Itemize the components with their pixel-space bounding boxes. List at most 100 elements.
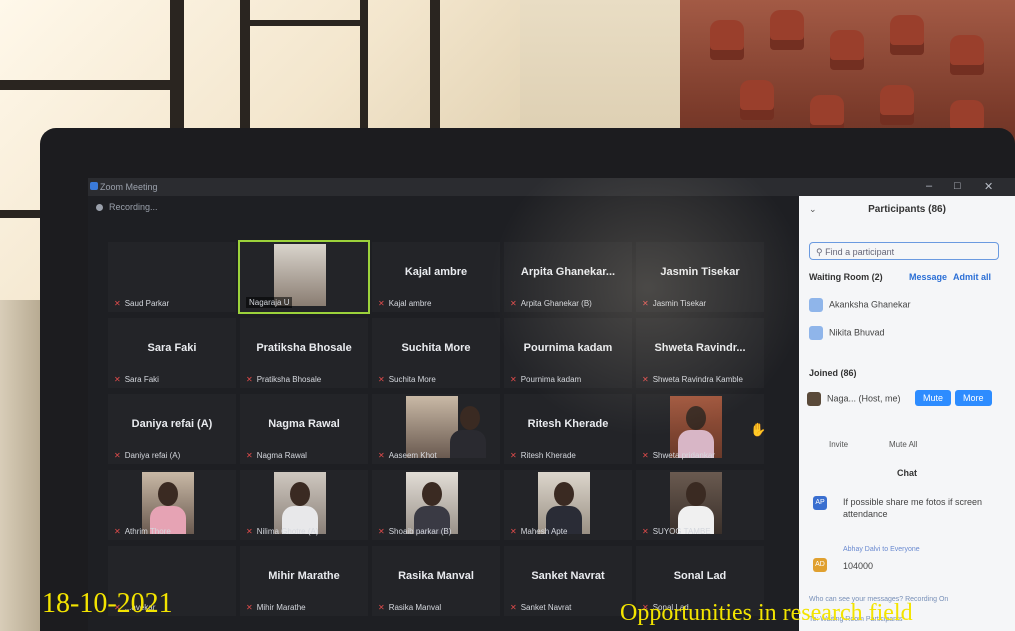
participant-big-name: Kajal ambre <box>404 266 468 278</box>
participant-tile[interactable]: ✕ Mahesh Apte <box>504 470 632 540</box>
participant-tile[interactable]: Ritesh Kherade ✕ Ritesh Kherade <box>504 394 632 464</box>
participant-name: Saud Parkar <box>124 299 170 308</box>
participant-big-name: Daniya refai (A) <box>131 418 213 430</box>
participant-name: Rasika Manval <box>388 603 442 612</box>
record-icon <box>96 204 103 212</box>
participant-big-name: Mihir Marathe <box>268 570 340 582</box>
participant-label: ✕ Arpita Ghanekar (B) <box>510 299 592 308</box>
zoom-icon <box>90 182 98 190</box>
participant-name: Ritesh Kherade <box>520 451 576 460</box>
video-feed <box>670 472 722 534</box>
participant-label: ✕ Shweta Ravindra Kamble <box>642 375 743 384</box>
participant-label: ✕ Jasmin Tisekar <box>642 299 706 308</box>
video-feed <box>538 472 590 534</box>
participant-tile[interactable]: ✕ Shweta pridankar ✋ <box>636 394 767 464</box>
participant-big-name: Shweta Ravindr... <box>654 342 746 354</box>
participant-label: ✕ Athrim Thore <box>114 527 171 536</box>
participant-label: ✕ Shweta pridankar <box>642 451 715 460</box>
participant-label: ✕ Sanket Navrat <box>510 603 571 612</box>
participant-name: Suchita More <box>388 375 436 384</box>
video-feed <box>670 396 722 458</box>
participant-name: Pournima kadam <box>520 375 582 384</box>
host-name: Naga... (Host, me) <box>827 393 901 404</box>
waiting-participant[interactable]: Nikita Bhuvad <box>809 326 885 340</box>
participant-tile[interactable]: Shweta Ravindr... ✕ Shweta Ravindra Kambl… <box>636 318 764 388</box>
participant-name: Mahesh Apte <box>520 527 568 536</box>
participant-name: Sanket Navrat <box>520 603 572 612</box>
mute-button[interactable]: Mute <box>915 390 952 406</box>
participant-label: ✕ Pratiksha Bhosale <box>246 375 321 384</box>
participant-label: Nagaraja U <box>246 297 293 308</box>
participant-tile[interactable]: Kajal ambre ✕ Kajal ambre <box>372 242 500 312</box>
search-placeholder: Find a participant <box>825 247 895 257</box>
participant-tile[interactable]: Pournima kadam ✕ Pournima kadam <box>504 318 632 388</box>
laptop: Zoom Meeting – □ ✕ Recording... ✕ Saud Pa… <box>40 128 1015 631</box>
participant-tile-active[interactable]: Nagaraja U <box>238 240 370 314</box>
video-feed <box>406 396 486 458</box>
title-bar: Zoom Meeting – □ ✕ <box>88 178 1015 196</box>
participant-tile[interactable]: Pratiksha Bhosale ✕ Pratiksha Bhosale <box>240 318 368 388</box>
participant-tile[interactable]: Sara Faki ✕ Sara Faki <box>108 318 236 388</box>
mic-muted-icon: ✕ <box>378 527 385 536</box>
mic-muted-icon: ✕ <box>114 527 121 536</box>
close-icon[interactable]: ✕ <box>984 180 993 193</box>
participant-search-input[interactable]: ⚲ Find a participant <box>809 242 999 260</box>
mic-muted-icon: ✕ <box>114 375 121 384</box>
participant-tile[interactable]: ✕ SUYOG TAMBE <box>636 470 764 540</box>
admit-all-button[interactable]: Admit all <box>953 272 991 282</box>
participant-label: ✕ Aaseem Khot <box>378 451 437 460</box>
participant-tile[interactable]: Suchita More ✕ Suchita More <box>372 318 500 388</box>
participant-tile[interactable]: ✕ Aaseem Khot <box>372 394 500 464</box>
mic-muted-icon: ✕ <box>378 375 385 384</box>
participant-tile[interactable]: Nagma Rawal ✕ Nagma Rawal <box>240 394 368 464</box>
mic-muted-icon: ✕ <box>510 299 517 308</box>
participant-tile[interactable]: Jasmin Tisekar ✕ Jasmin Tisekar <box>636 242 764 312</box>
zoom-window: Zoom Meeting – □ ✕ Recording... ✕ Saud Pa… <box>88 178 1015 631</box>
host-participant[interactable]: Naga... (Host, me) <box>807 392 901 406</box>
mic-muted-icon: ✕ <box>246 527 253 536</box>
participant-label: ✕ Mahesh Apte <box>510 527 567 536</box>
participant-tile[interactable]: Sanket Navrat ✕ Sanket Navrat <box>504 546 632 616</box>
chat-message: 104000 <box>843 561 874 571</box>
participant-label: ✕ SUYOG TAMBE <box>642 527 711 536</box>
participant-label: ✕ Ritesh Kherade <box>510 451 576 460</box>
mic-muted-icon: ✕ <box>642 375 649 384</box>
participant-tile[interactable]: ✕ Nilima Ghotre (A) <box>240 470 368 540</box>
participant-name: Arpita Ghanekar (B) <box>520 299 592 308</box>
participant-label: ✕ Kajal ambre <box>378 299 431 308</box>
participant-tile[interactable]: Rasika Manval ✕ Rasika Manval <box>372 546 500 616</box>
participant-tile[interactable]: Mihir Marathe ✕ Mihir Marathe <box>240 546 368 616</box>
participant-name: Nagaraja U <box>249 298 290 307</box>
mic-muted-icon: ✕ <box>378 299 385 308</box>
restore-icon[interactable]: □ <box>954 180 961 192</box>
participants-panel: ⌄ Participants (86) ⚲ Find a participant… <box>799 196 1015 631</box>
waiting-room-label[interactable]: Waiting Room (2) <box>809 272 883 282</box>
mic-muted-icon: ✕ <box>378 451 385 460</box>
participant-big-name: Jasmin Tisekar <box>660 266 740 278</box>
waiting-name: Nikita Bhuvad <box>829 327 885 338</box>
recording-indicator[interactable]: Recording... <box>96 202 158 212</box>
video-feed <box>274 472 326 534</box>
chat-title: Chat <box>897 468 917 478</box>
waiting-participant[interactable]: Akanksha Ghanekar <box>809 298 911 312</box>
participant-name: Mihir Marathe <box>256 603 306 612</box>
date-overlay: 18-10-2021 <box>42 588 173 619</box>
chat-avatar: AP <box>813 496 827 510</box>
mute-all-button[interactable]: Mute All <box>889 440 917 449</box>
participant-big-name: Sonal Lad <box>673 570 727 582</box>
invite-button[interactable]: Invite <box>829 440 848 449</box>
joined-label[interactable]: Joined (86) <box>809 368 857 378</box>
participant-tile[interactable]: Daniya refai (A) ✕ Daniya refai (A) <box>108 394 236 464</box>
participant-tile[interactable]: ✕ Saud Parkar <box>108 242 236 312</box>
raise-hand-icon: ✋ <box>750 422 767 437</box>
participant-label: ✕ Suchita More <box>378 375 436 384</box>
participant-tile[interactable]: ✕ Shoaib parkar (B) <box>372 470 500 540</box>
mic-muted-icon: ✕ <box>642 527 649 536</box>
waiting-name: Akanksha Ghanekar <box>829 299 911 310</box>
more-button[interactable]: More <box>955 390 992 406</box>
minimize-icon[interactable]: – <box>926 180 932 192</box>
participant-big-name: Pournima kadam <box>523 342 613 354</box>
participant-tile[interactable]: Arpita Ghanekar... ✕ Arpita Ghanekar (B) <box>504 242 632 312</box>
participant-tile[interactable]: ✕ Athrim Thore <box>108 470 236 540</box>
message-button[interactable]: Message <box>909 272 947 282</box>
